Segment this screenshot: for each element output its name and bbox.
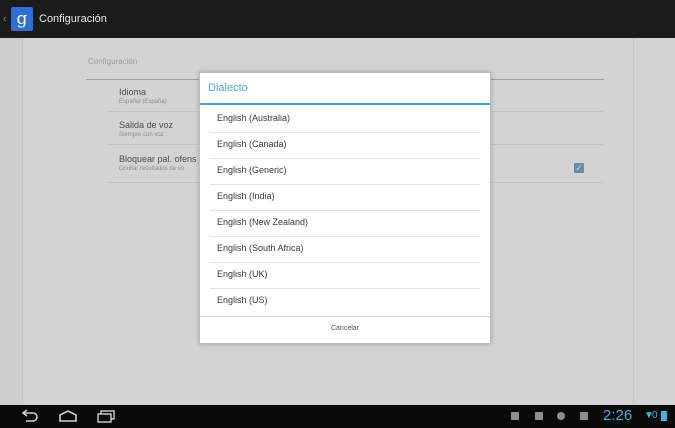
google-app-icon[interactable]: g	[11, 7, 33, 31]
chat-notification-icon[interactable]	[557, 412, 565, 420]
dialect-option[interactable]: English (New Zealand)	[200, 211, 490, 237]
option-label: English (New Zealand)	[217, 217, 309, 227]
calendar-notification-icon[interactable]	[535, 412, 543, 420]
clock[interactable]: 2:26	[603, 407, 632, 424]
dialect-option[interactable]: English (India)	[200, 185, 490, 211]
up-caret-icon[interactable]: ‹	[3, 13, 9, 25]
option-label: English (US)	[217, 295, 268, 305]
pref-title: Salida de voz	[119, 120, 174, 130]
dialect-option[interactable]: English (Generic)	[200, 159, 490, 185]
option-label: English (Generic)	[217, 165, 287, 175]
pref-bloquear[interactable]: Bloquear pal. ofens Ocultar resultados d…	[119, 154, 197, 173]
pref-idioma[interactable]: Idioma Español (España)	[119, 87, 167, 106]
pref-title: Bloquear pal. ofens	[119, 154, 197, 164]
cancel-button[interactable]: Cancelar	[200, 316, 490, 344]
pref-salida-de-voz[interactable]: Salida de voz Siempre con voz	[119, 120, 173, 139]
back-icon[interactable]	[20, 409, 38, 423]
dialog-title-divider	[200, 103, 490, 105]
home-icon[interactable]	[58, 409, 78, 423]
pref-summary: Siempre con voz	[119, 132, 164, 138]
dialect-option[interactable]: English (Canada)	[200, 133, 490, 159]
screenshot-notification-icon[interactable]	[511, 412, 519, 420]
option-label: English (India)	[217, 191, 275, 201]
dialect-dialog: Dialecto English (Australia) English (Ca…	[199, 72, 491, 344]
checkbox-checked-icon[interactable]: ✓	[574, 163, 584, 173]
pref-summary: Español (España)	[119, 99, 167, 105]
option-label: English (Canada)	[217, 139, 287, 149]
shop-notification-icon[interactable]	[580, 412, 588, 420]
dialect-option[interactable]: English (US)	[200, 289, 490, 315]
action-bar-title: Configuración	[39, 13, 107, 25]
dialect-option[interactable]: English (Australia)	[200, 107, 490, 133]
option-label: English (South Africa)	[217, 243, 304, 253]
dialog-title: Dialecto	[208, 82, 248, 94]
dialect-option[interactable]: English (UK)	[200, 263, 490, 289]
recent-apps-icon[interactable]	[96, 409, 116, 423]
dialect-option[interactable]: English (South Africa)	[200, 237, 490, 263]
pref-summary: Ocultar resultados de vo	[119, 166, 185, 172]
section-header: Configuración	[88, 57, 138, 66]
system-bar: 2:26 ▼ 0	[0, 405, 675, 428]
notification-count: 0	[652, 410, 658, 421]
option-label: English (UK)	[217, 269, 268, 279]
left-gutter	[0, 38, 22, 405]
pref-title: Idioma	[119, 87, 147, 97]
action-bar: ‹ g Configuración	[0, 0, 675, 38]
cancel-button-label: Cancelar	[330, 325, 359, 332]
battery-icon	[661, 411, 667, 421]
option-label: English (Australia)	[217, 113, 291, 123]
